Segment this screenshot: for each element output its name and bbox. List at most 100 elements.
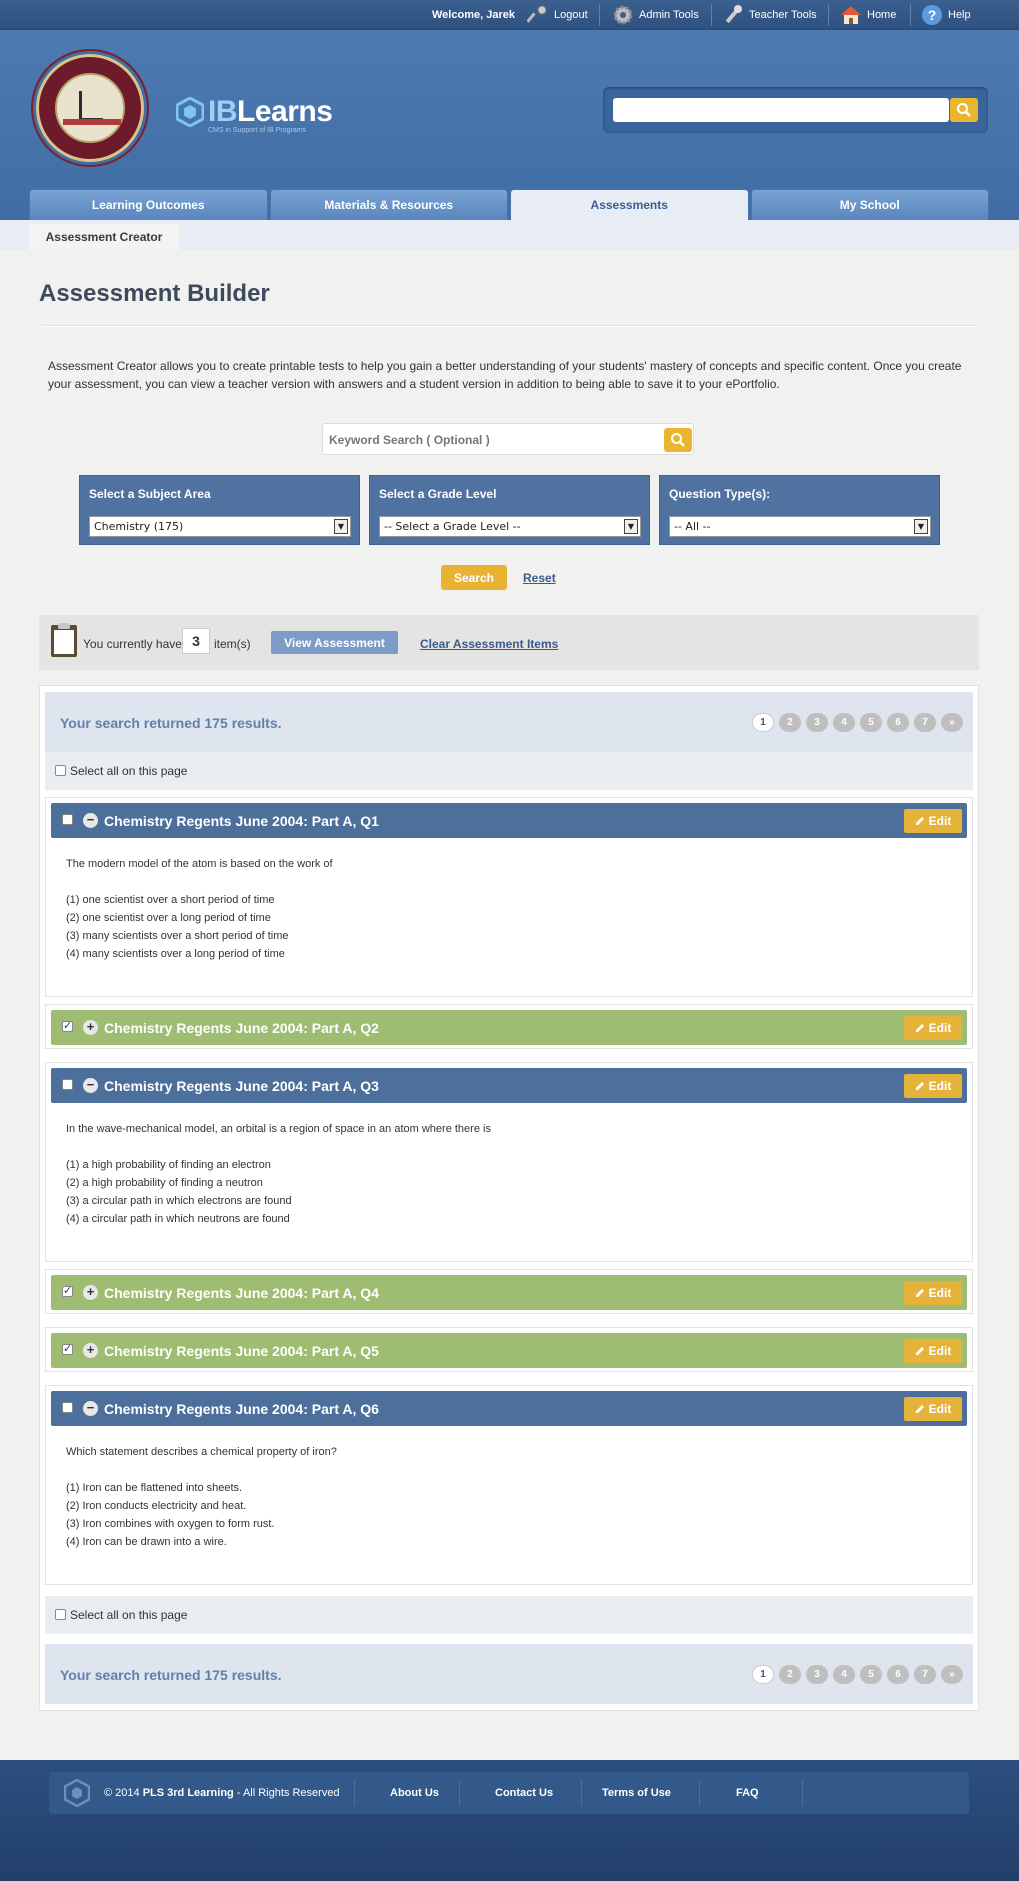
tab-assessments[interactable]: Assessments <box>510 189 749 220</box>
question-checkbox[interactable] <box>62 1079 73 1090</box>
help-link[interactable]: ? Help <box>921 4 971 26</box>
question-body: Which statement describes a chemical pro… <box>66 1443 337 1551</box>
page-button[interactable]: 1 <box>752 1665 774 1684</box>
site-footer: © 2014 PLS 3rd Learning - All Rights Res… <box>0 1760 1019 1881</box>
select-all-checkbox[interactable] <box>55 1609 66 1620</box>
answer-option: (1) a high probability of finding an ele… <box>66 1159 271 1171</box>
page-button[interactable]: 1 <box>752 713 774 732</box>
keyword-search-button[interactable] <box>664 428 692 452</box>
grade-level-filter: Select a Grade Level -- Select a Grade L… <box>369 475 650 545</box>
page-button[interactable]: 7 <box>914 713 936 732</box>
question-header: ✓ + Chemistry Regents June 2004: Part A,… <box>51 1275 967 1310</box>
admin-tools-link[interactable]: Admin Tools <box>612 4 699 26</box>
subject-area-select[interactable]: Chemistry (175) ▼ <box>89 516 351 537</box>
home-link[interactable]: Home <box>840 4 896 26</box>
westlake-seal-logo <box>36 54 144 162</box>
results-summary: Your search returned 175 results. <box>60 1667 282 1683</box>
results-panel: Your search returned 175 results. 1 2 3 … <box>39 685 979 1711</box>
header-search-button[interactable] <box>950 98 978 122</box>
logout-link[interactable]: Logout <box>527 4 588 26</box>
page-button[interactable]: 6 <box>887 713 909 732</box>
expand-icon[interactable]: + <box>83 1343 98 1358</box>
teacher-tools-link[interactable]: Teacher Tools <box>722 4 817 26</box>
edit-button[interactable]: Edit <box>904 1074 962 1098</box>
subtab-assessment-creator[interactable]: Assessment Creator <box>29 224 179 250</box>
wrench-icon <box>725 5 742 24</box>
expand-icon[interactable]: + <box>83 1285 98 1300</box>
tab-my-school[interactable]: My School <box>750 189 989 220</box>
footer-bar: © 2014 PLS 3rd Learning - All Rights Res… <box>49 1772 969 1814</box>
header-search-input[interactable] <box>613 98 949 122</box>
question-header: − Chemistry Regents June 2004: Part A, Q… <box>51 1068 967 1103</box>
question-checkbox[interactable] <box>62 814 73 825</box>
answer-option: (4) many scientists over a long period o… <box>66 948 285 960</box>
select-all-checkbox[interactable] <box>55 765 66 776</box>
sub-nav: Assessment Creator <box>0 220 1019 250</box>
expand-icon[interactable]: + <box>83 1020 98 1035</box>
dropdown-arrow-icon: ▼ <box>334 519 348 534</box>
select-all-label: Select all on this page <box>70 1608 188 1622</box>
page-button[interactable]: 4 <box>833 713 855 732</box>
question-checkbox-checked[interactable]: ✓ <box>62 1021 73 1032</box>
collapse-icon[interactable]: − <box>83 1078 98 1093</box>
terms-of-use-link[interactable]: Terms of Use <box>602 1787 671 1799</box>
page-button[interactable]: 2 <box>779 713 801 732</box>
results-header-bottom: Your search returned 175 results. 1 2 3 … <box>45 1644 973 1704</box>
faq-link[interactable]: FAQ <box>736 1787 759 1799</box>
reset-link[interactable]: Reset <box>523 571 556 585</box>
answer-option: (2) a high probability of finding a neut… <box>66 1177 263 1189</box>
topbar-divider <box>711 4 712 26</box>
question-item: ✓ + Chemistry Regents June 2004: Part A,… <box>45 1004 973 1049</box>
edit-button[interactable]: Edit <box>904 1016 962 1040</box>
question-header: ✓ + Chemistry Regents June 2004: Part A,… <box>51 1010 967 1045</box>
assessment-cart: You currently have 3 item(s) View Assess… <box>39 615 979 670</box>
collapse-icon[interactable]: − <box>83 1401 98 1416</box>
grade-level-select[interactable]: -- Select a Grade Level -- ▼ <box>379 516 641 537</box>
keyword-search <box>322 423 694 455</box>
select-all-top: Select all on this page <box>45 752 973 790</box>
question-item: − Chemistry Regents June 2004: Part A, Q… <box>45 1385 973 1585</box>
select-all-label: Select all on this page <box>70 764 188 778</box>
brand-tagline: CMS in Support of IB Programs <box>208 127 307 134</box>
edit-button[interactable]: Edit <box>904 1397 962 1421</box>
question-type-select[interactable]: -- All -- ▼ <box>669 516 931 537</box>
page-button[interactable]: 3 <box>806 713 828 732</box>
page-button[interactable]: 5 <box>860 713 882 732</box>
contact-us-link[interactable]: Contact Us <box>495 1787 553 1799</box>
footer-divider <box>699 1780 700 1806</box>
view-assessment-button[interactable]: View Assessment <box>271 631 398 654</box>
question-body: In the wave-mechanical model, an orbital… <box>66 1120 491 1228</box>
edit-button[interactable]: Edit <box>904 1281 962 1305</box>
help-icon: ? <box>922 5 942 25</box>
about-us-link[interactable]: About Us <box>390 1787 439 1799</box>
results-summary: Your search returned 175 results. <box>60 715 282 731</box>
page-button[interactable]: 5 <box>860 1665 882 1684</box>
tab-materials-resources[interactable]: Materials & Resources <box>269 189 508 220</box>
header-search <box>603 87 988 133</box>
question-title: Chemistry Regents June 2004: Part A, Q2 <box>104 1020 379 1036</box>
edit-button[interactable]: Edit <box>904 809 962 833</box>
next-page-button[interactable]: » <box>941 713 963 732</box>
collapse-icon[interactable]: − <box>83 813 98 828</box>
question-item: − Chemistry Regents June 2004: Part A, Q… <box>45 1062 973 1262</box>
brand-suffix: Learns <box>237 95 333 128</box>
clear-assessment-items-link[interactable]: Clear Assessment Items <box>420 637 558 651</box>
next-page-button[interactable]: » <box>941 1665 963 1684</box>
page-button[interactable]: 7 <box>914 1665 936 1684</box>
question-checkbox[interactable] <box>62 1402 73 1413</box>
subject-area-filter: Select a Subject Area Chemistry (175) ▼ <box>79 475 360 545</box>
question-checkbox-checked[interactable]: ✓ <box>62 1344 73 1355</box>
search-button[interactable]: Search <box>441 565 507 590</box>
key-icon <box>527 5 547 23</box>
edit-button[interactable]: Edit <box>904 1339 962 1363</box>
gear-icon <box>613 5 633 25</box>
question-checkbox-checked[interactable]: ✓ <box>62 1286 73 1297</box>
page-button[interactable]: 2 <box>779 1665 801 1684</box>
iblearns-logo[interactable]: IBLearns CMS in Support of IB Programs <box>176 95 333 134</box>
page-button[interactable]: 4 <box>833 1665 855 1684</box>
answer-option: (2) Iron conducts electricity and heat. <box>66 1500 247 1512</box>
page-button[interactable]: 6 <box>887 1665 909 1684</box>
page-button[interactable]: 3 <box>806 1665 828 1684</box>
tab-learning-outcomes[interactable]: Learning Outcomes <box>29 189 268 220</box>
keyword-search-input[interactable] <box>329 430 649 450</box>
